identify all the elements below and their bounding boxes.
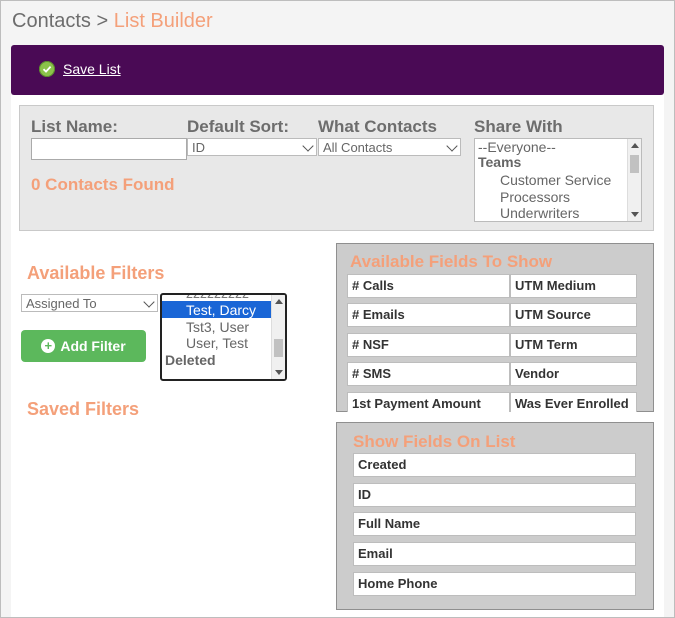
add-filter-label: Add Filter	[60, 338, 126, 354]
add-filter-button[interactable]: + Add Filter	[21, 330, 146, 362]
filter-group-deleted: Deleted	[165, 352, 216, 368]
available-field-first-payment[interactable]: 1st Payment Amount	[347, 392, 510, 412]
filter-option-test-darcy[interactable]: Test, Darcy	[186, 302, 256, 318]
main-content: List Name: Default Sort: ID What Contact…	[11, 95, 664, 617]
available-filters-title: Available Filters	[27, 263, 165, 283]
scroll-down-icon[interactable]	[631, 212, 639, 217]
available-fields-title: Available Fields To Show	[350, 252, 553, 271]
scroll-thumb[interactable]	[274, 339, 283, 357]
default-sort-value: ID	[192, 140, 205, 155]
save-list-button[interactable]: Save List	[39, 61, 121, 77]
default-sort-select[interactable]: ID	[187, 138, 317, 156]
available-field-utm-source[interactable]: UTM Source	[510, 303, 637, 327]
available-field-utm-medium[interactable]: UTM Medium	[510, 274, 637, 298]
scroll-up-icon[interactable]	[631, 143, 639, 148]
page-title: Contacts > List Builder	[12, 10, 213, 33]
contacts-found-count: 0 Contacts Found	[31, 175, 175, 194]
filter-option-zzz[interactable]: zzzzzzzzz	[186, 295, 249, 301]
show-fields-panel: Show Fields On List Created ID Full Name…	[336, 422, 654, 610]
check-circle-icon	[39, 61, 55, 77]
show-field-home-phone[interactable]: Home Phone	[353, 572, 636, 596]
show-field-id[interactable]: ID	[353, 483, 636, 507]
show-fields-title: Show Fields On List	[353, 432, 516, 451]
save-list-label: Save List	[63, 61, 121, 77]
default-sort-label: Default Sort:	[187, 117, 289, 136]
list-settings-panel: List Name: Default Sort: ID What Contact…	[19, 105, 654, 231]
what-contacts-value: All Contacts	[323, 140, 393, 155]
scroll-up-icon[interactable]	[275, 299, 283, 304]
show-field-created[interactable]: Created	[353, 453, 636, 477]
show-field-email[interactable]: Email	[353, 542, 636, 566]
what-contacts-label: What Contacts	[318, 117, 437, 136]
share-group-teams: Teams	[478, 154, 522, 170]
plus-circle-icon: +	[41, 339, 56, 353]
chevron-down-icon	[143, 296, 155, 308]
available-field-calls[interactable]: # Calls	[347, 274, 510, 298]
share-option-customer-service[interactable]: Customer Service	[500, 172, 611, 188]
app-frame: Contacts > List Builder Save List List N…	[0, 0, 675, 618]
available-field-vendor[interactable]: Vendor	[510, 362, 637, 386]
available-field-sms[interactable]: # SMS	[347, 362, 510, 386]
list-name-input[interactable]	[31, 138, 187, 160]
share-option-everyone[interactable]: --Everyone--	[478, 139, 556, 155]
available-field-emails[interactable]: # Emails	[347, 303, 510, 327]
scroll-thumb[interactable]	[630, 155, 639, 173]
available-field-was-ever-enrolled[interactable]: Was Ever Enrolled	[510, 392, 637, 412]
share-with-scrollbar[interactable]	[627, 139, 641, 221]
save-toolbar: Save List	[11, 45, 664, 95]
share-option-underwriters[interactable]: Underwriters	[500, 205, 579, 221]
filter-field-select[interactable]: Assigned To	[21, 294, 158, 312]
share-with-label: Share With	[474, 117, 563, 136]
available-field-nsf[interactable]: # NSF	[347, 333, 510, 357]
what-contacts-select[interactable]: All Contacts	[318, 138, 461, 156]
show-field-full-name[interactable]: Full Name	[353, 512, 636, 536]
scroll-down-icon[interactable]	[275, 370, 283, 375]
share-with-listbox[interactable]: --Everyone-- Teams Customer Service Proc…	[474, 138, 642, 222]
share-option-processors[interactable]: Processors	[500, 189, 570, 205]
breadcrumb-current: List Builder	[113, 10, 213, 32]
available-fields-panel: Available Fields To Show # Calls UTM Med…	[336, 243, 654, 412]
saved-filters-title: Saved Filters	[27, 399, 140, 419]
filter-value-listbox[interactable]: zzzzzzzzz Test, Darcy Tst3, User User, T…	[160, 293, 287, 381]
breadcrumb-contacts[interactable]: Contacts	[12, 10, 91, 32]
filter-field-value: Assigned To	[26, 296, 97, 311]
chevron-down-icon	[446, 140, 458, 152]
filter-option-user-test[interactable]: User, Test	[186, 335, 248, 351]
filter-value-scrollbar[interactable]	[271, 295, 285, 379]
breadcrumb-separator: >	[96, 10, 109, 32]
available-field-utm-term[interactable]: UTM Term	[510, 333, 637, 357]
list-name-label: List Name:	[31, 117, 118, 136]
filter-option-tst3-user[interactable]: Tst3, User	[186, 319, 249, 335]
chevron-down-icon	[302, 140, 314, 152]
